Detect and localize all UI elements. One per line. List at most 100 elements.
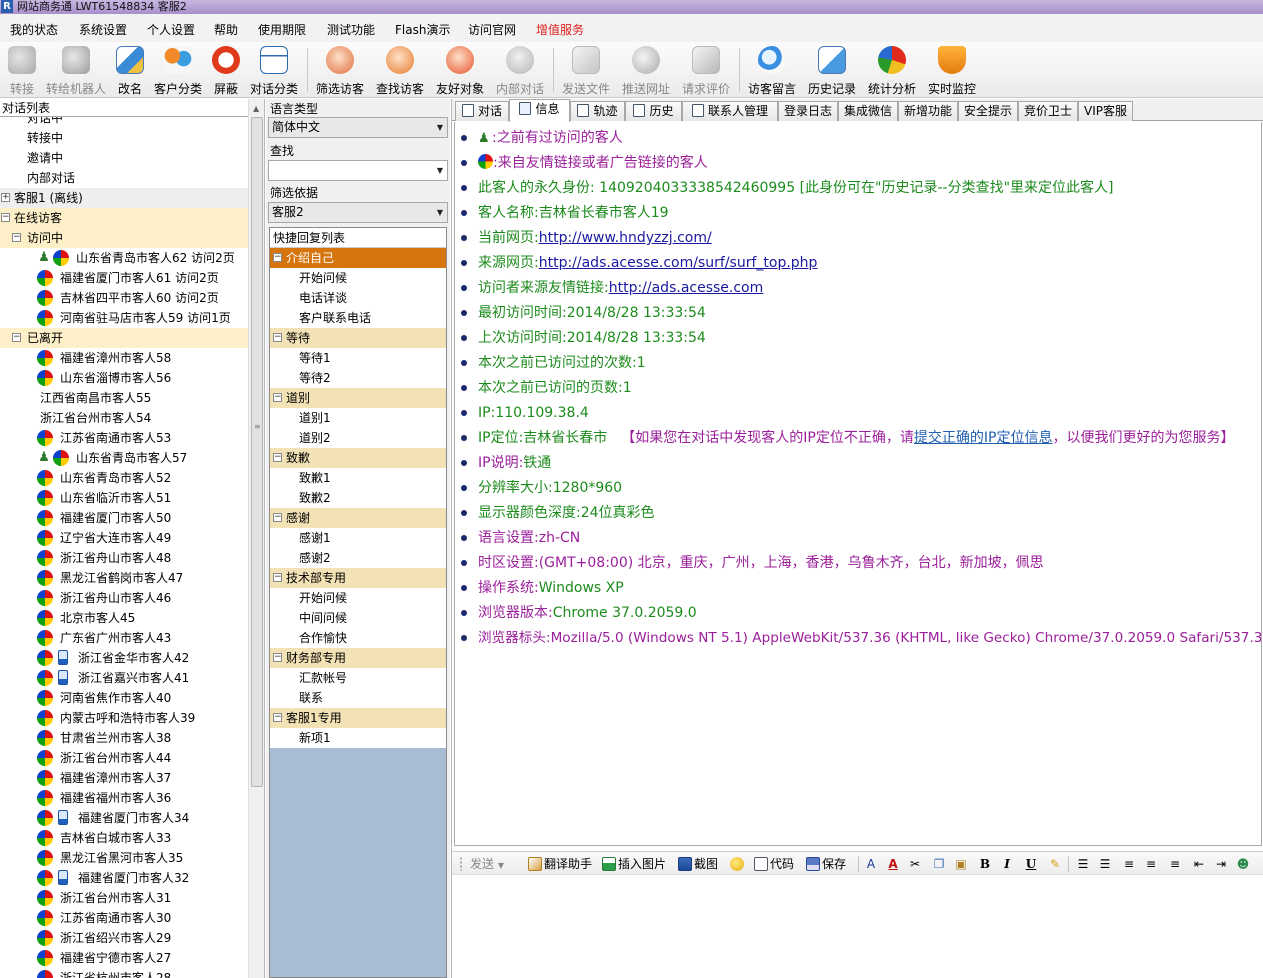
- visitor-item[interactable]: 吉林省四平市客人60 访问2页: [0, 288, 248, 308]
- collapse-icon[interactable]: −: [273, 453, 282, 462]
- filter-basis-select[interactable]: 客服2 ▼: [268, 202, 448, 223]
- quick-reply-category[interactable]: − 感谢: [270, 508, 446, 528]
- collapse-icon[interactable]: −: [273, 253, 282, 262]
- visitor-item[interactable]: 浙江省嘉兴市客人41: [0, 668, 248, 688]
- conversation-list-scrollbar[interactable]: ▲ ≡: [248, 99, 264, 978]
- dialog-category-button[interactable]: 对话分类: [248, 44, 300, 96]
- paste-icon[interactable]: ▣: [952, 855, 970, 873]
- quick-reply-category[interactable]: − 致歉: [270, 448, 446, 468]
- menu-help[interactable]: 帮助: [214, 21, 238, 38]
- transfer-button[interactable]: 转接: [4, 44, 40, 96]
- screenshot-button[interactable]: 截图: [678, 855, 718, 873]
- person-search-icon[interactable]: ☻: [1234, 855, 1252, 873]
- collapse-icon[interactable]: −: [273, 653, 282, 662]
- align-left-icon[interactable]: ≡: [1120, 855, 1138, 873]
- visitor-item[interactable]: 浙江省绍兴市客人29: [0, 928, 248, 948]
- visitor-item[interactable]: 山东省临沂市客人51: [0, 488, 248, 508]
- save-button[interactable]: 保存: [806, 855, 846, 873]
- visitor-item[interactable]: 广东省广州市客人43: [0, 628, 248, 648]
- emoji-button[interactable]: [730, 855, 746, 873]
- visitor-item[interactable]: ♟ 山东省青岛市客人62 访问2页: [0, 248, 248, 268]
- statistics-button[interactable]: 统计分析: [866, 44, 918, 96]
- quick-reply-item[interactable]: 新项1: [270, 728, 446, 748]
- scrollbar-thumb[interactable]: [251, 117, 263, 787]
- quick-reply-item[interactable]: 合作愉快: [270, 628, 446, 648]
- tab-history[interactable]: 历史: [625, 101, 682, 121]
- visitor-item[interactable]: 浙江省杭州市客人28: [0, 968, 248, 978]
- align-center-icon[interactable]: ≡: [1142, 855, 1160, 873]
- tree-group[interactable]: − 访问中: [0, 228, 248, 248]
- send-button[interactable]: 发送 ▼: [460, 855, 504, 873]
- quick-reply-category[interactable]: − 技术部专用: [270, 568, 446, 588]
- collapse-icon[interactable]: −: [12, 233, 21, 242]
- tab-vip-service[interactable]: VIP客服: [1078, 101, 1133, 121]
- visitor-item[interactable]: 浙江省舟山市客人48: [0, 548, 248, 568]
- quick-reply-item[interactable]: 致歉2: [270, 488, 446, 508]
- visitor-item[interactable]: 黑龙江省鹤岗市客人47: [0, 568, 248, 588]
- quick-reply-category[interactable]: − 客服1专用: [270, 708, 446, 728]
- italic-button[interactable]: I: [998, 855, 1016, 873]
- quick-reply-item[interactable]: 联系: [270, 688, 446, 708]
- visitor-item[interactable]: 江苏省南通市客人30: [0, 908, 248, 928]
- menu-system-settings[interactable]: 系统设置: [79, 21, 127, 38]
- rename-button[interactable]: 改名: [114, 44, 146, 96]
- tree-group[interactable]: − 在线访客: [0, 208, 248, 228]
- tree-item[interactable]: 内部对话: [0, 168, 248, 188]
- visitor-item[interactable]: 浙江省舟山市客人46: [0, 588, 248, 608]
- quick-reply-item[interactable]: 等待1: [270, 348, 446, 368]
- scroll-up-arrow-icon[interactable]: ▲: [253, 104, 259, 113]
- visitor-item[interactable]: 甘肃省兰州市客人38: [0, 728, 248, 748]
- monitor-button[interactable]: 实时监控: [926, 44, 978, 96]
- visitor-item[interactable]: 福建省厦门市客人34: [0, 808, 248, 828]
- quick-reply-item[interactable]: 感谢2: [270, 548, 446, 568]
- numbered-list-icon[interactable]: ☰: [1074, 855, 1092, 873]
- highlight-icon[interactable]: ✎: [1046, 855, 1064, 873]
- current-page-link[interactable]: http://www.hndyzzj.com/: [539, 230, 712, 246]
- quick-reply-category[interactable]: − 道别: [270, 388, 446, 408]
- menu-personal-settings[interactable]: 个人设置: [147, 21, 195, 38]
- quick-reply-item[interactable]: 致歉1: [270, 468, 446, 488]
- quick-reply-item[interactable]: 开始问候: [270, 588, 446, 608]
- tree-item[interactable]: 转接中: [0, 128, 248, 148]
- quick-reply-item[interactable]: 客户联系电话: [270, 308, 446, 328]
- visitor-item[interactable]: 福建省漳州市客人37: [0, 768, 248, 788]
- tab-new-features[interactable]: 新增功能: [898, 101, 958, 121]
- visitor-item[interactable]: 辽宁省大连市客人49: [0, 528, 248, 548]
- menu-usage-period[interactable]: 使用期限: [258, 21, 306, 38]
- collapse-icon[interactable]: −: [1, 213, 10, 222]
- quick-reply-item[interactable]: 汇款帐号: [270, 668, 446, 688]
- underline-button[interactable]: U: [1022, 855, 1040, 873]
- tab-info[interactable]: 信息: [509, 99, 570, 122]
- translate-assistant-button[interactable]: 翻译助手: [528, 855, 592, 873]
- copy-icon[interactable]: ❐: [930, 855, 948, 873]
- tree-group[interactable]: − 已离开: [0, 328, 248, 348]
- visitor-item[interactable]: 江苏省南通市客人53: [0, 428, 248, 448]
- tab-bid-guard[interactable]: 竞价卫士: [1018, 101, 1078, 121]
- menu-value-added-service[interactable]: 增值服务: [536, 21, 584, 38]
- visitor-item[interactable]: 福建省漳州市客人58: [0, 348, 248, 368]
- visitor-item[interactable]: 福建省宁德市客人27: [0, 948, 248, 968]
- expand-icon[interactable]: +: [1, 193, 10, 202]
- cut-icon[interactable]: ✂: [906, 855, 924, 873]
- visitor-item[interactable]: ♟ 山东省青岛市客人57: [0, 448, 248, 468]
- filter-visitor-button[interactable]: 筛选访客: [314, 44, 366, 96]
- tab-dialog[interactable]: 对话: [455, 101, 509, 121]
- block-button[interactable]: 屏蔽: [210, 44, 242, 96]
- visitor-item[interactable]: 浙江省台州市客人54: [0, 408, 248, 428]
- push-url-button[interactable]: 推送网址: [620, 44, 672, 96]
- visitor-item[interactable]: 山东省青岛市客人52: [0, 468, 248, 488]
- bold-button[interactable]: B: [976, 855, 994, 873]
- visitor-item[interactable]: 浙江省台州市客人44: [0, 748, 248, 768]
- collapse-icon[interactable]: −: [273, 713, 282, 722]
- visitor-item[interactable]: 江西省南昌市客人55: [0, 388, 248, 408]
- font-size-icon[interactable]: A: [862, 855, 880, 873]
- visitor-item[interactable]: 北京市客人45: [0, 608, 248, 628]
- request-rating-button[interactable]: 请求评价: [680, 44, 732, 96]
- tab-contacts[interactable]: 联系人管理: [682, 101, 778, 121]
- visitor-item[interactable]: 黑龙江省黑河市客人35: [0, 848, 248, 868]
- tab-wechat[interactable]: 集成微信: [838, 101, 898, 121]
- visitor-item[interactable]: 内蒙古呼和浩特市客人39: [0, 708, 248, 728]
- history-button[interactable]: 历史记录: [806, 44, 858, 96]
- collapse-icon[interactable]: −: [273, 573, 282, 582]
- menu-test-features[interactable]: 测试功能: [327, 21, 375, 38]
